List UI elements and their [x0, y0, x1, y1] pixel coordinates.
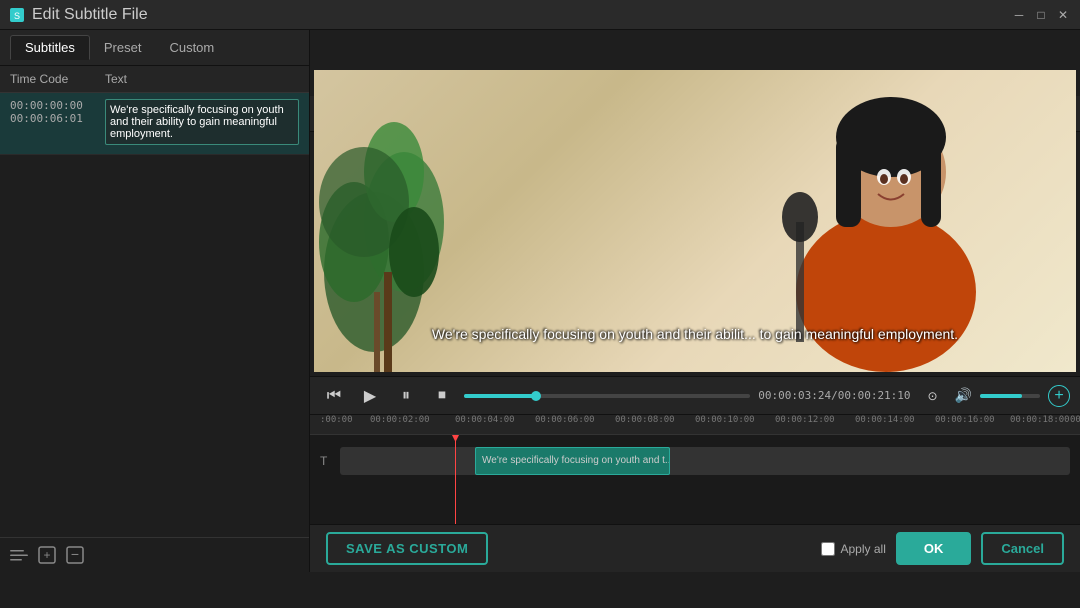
stop-button[interactable]: ⏹ [428, 382, 456, 410]
controls-bar: ⏮ ▶ ⏸ ⏹ 00:00:03:24/00:00:21:10 ⊙ 🔊 + [310, 376, 1080, 414]
subtitle-timecode: 00:00:00:00 00:00:06:01 [10, 99, 105, 148]
minimize-button[interactable]: ─ [1012, 8, 1026, 22]
settings-icon [10, 548, 28, 562]
main-layout: Subtitles Preset Custom Time Code Text 0… [0, 30, 1080, 572]
cancel-button[interactable]: Cancel [981, 532, 1064, 565]
svg-text:−: − [71, 546, 79, 562]
time-display: 00:00:03:24/00:00:21:10 [758, 389, 910, 402]
video-area: We're specifically focusing on youth and… [314, 70, 1076, 372]
title-bar-left: S Edit Subtitle File [10, 6, 148, 24]
subtitle-clip[interactable]: We're specifically focusing on youth and… [475, 447, 670, 475]
subtitle-overlay: We're specifically focusing on youth and… [314, 326, 1076, 342]
timeline-tracks: T We're specifically focusing on youth a… [310, 435, 1080, 524]
subtitle-table-header: Time Code Text [0, 66, 309, 93]
add-icon: + [38, 546, 56, 564]
volume-fill [980, 394, 1022, 398]
title-controls: ─ □ ✕ [1012, 8, 1070, 22]
apply-all-label: Apply all [841, 542, 886, 556]
ruler-mark-9: 00:00:18:00 [1010, 415, 1070, 425]
progress-thumb [531, 391, 541, 401]
bottom-bar: SAVE AS CUSTOM Apply all OK Cancel [310, 524, 1080, 572]
tab-custom[interactable]: Custom [155, 36, 228, 59]
title-bar: S Edit Subtitle File ─ □ ✕ [0, 0, 1080, 30]
ok-button[interactable]: OK [896, 532, 972, 565]
ruler-mark-6: 00:00:12:00 [775, 415, 835, 425]
ruler-mark-10: 00:00:20:00 [1070, 415, 1080, 425]
playhead-top [452, 435, 459, 442]
track-type-icon: T [320, 454, 340, 468]
progress-bar[interactable] [464, 394, 750, 398]
ruler-mark-0: :00:00 [320, 415, 353, 425]
col-timecode-header: Time Code [10, 72, 105, 86]
tab-preset[interactable]: Preset [90, 36, 156, 59]
timeline: :00:00 00:00:02:00 00:00:04:00 00:00:06:… [310, 414, 1080, 524]
window-title: Edit Subtitle File [32, 6, 148, 24]
maximize-button[interactable]: □ [1034, 8, 1048, 22]
timeline-ruler: :00:00 00:00:02:00 00:00:04:00 00:00:06:… [310, 415, 1080, 435]
close-button[interactable]: ✕ [1056, 8, 1070, 22]
apply-all-container: Apply all [821, 542, 886, 556]
bottom-right-buttons: Apply all OK Cancel [821, 532, 1065, 565]
settings-icon-button[interactable] [10, 548, 28, 562]
speed-button[interactable]: ⊙ [919, 382, 947, 410]
col-text-header: Text [105, 72, 299, 86]
left-panel-bottom: + − [0, 537, 309, 572]
ruler-mark-5: 00:00:10:00 [695, 415, 755, 425]
playhead[interactable] [455, 435, 456, 524]
video-background: We're specifically focusing on youth and… [314, 70, 1076, 372]
subtitle-track-row: T We're specifically focusing on youth a… [310, 443, 1080, 478]
svg-text:+: + [43, 548, 50, 562]
volume-icon: 🔊 [955, 387, 972, 404]
add-track-button[interactable]: + [1048, 385, 1070, 407]
person-silhouette [736, 42, 1036, 372]
volume-bar[interactable] [980, 394, 1040, 398]
track-content[interactable]: We're specifically focusing on youth and… [340, 447, 1070, 475]
ruler-mark-2: 00:00:04:00 [455, 415, 515, 425]
subtitle-text-cell[interactable]: We're specifically focusing on youth and… [105, 99, 299, 148]
apply-all-checkbox[interactable] [821, 542, 835, 556]
pause-button[interactable]: ⏸ [392, 382, 420, 410]
right-panel: Arial 20 B I [310, 30, 1080, 572]
add-subtitle-button[interactable]: + [38, 546, 56, 564]
save-as-custom-button[interactable]: SAVE AS CUSTOM [326, 532, 488, 565]
ruler-mark-4: 00:00:08:00 [615, 415, 675, 425]
remove-subtitle-button[interactable]: − [66, 546, 84, 564]
subtitle-text-input[interactable]: We're specifically focusing on youth and… [105, 99, 299, 145]
ruler-mark-3: 00:00:06:00 [535, 415, 595, 425]
tabs-row: Subtitles Preset Custom [0, 30, 309, 66]
ruler-mark-1: 00:00:02:00 [370, 415, 430, 425]
ruler-mark-7: 00:00:14:00 [855, 415, 915, 425]
left-panel: Subtitles Preset Custom Time Code Text 0… [0, 30, 310, 572]
subtitle-row[interactable]: 00:00:00:00 00:00:06:01 We're specifical… [0, 93, 309, 155]
svg-text:S: S [14, 11, 20, 21]
tab-subtitles[interactable]: Subtitles [10, 35, 90, 60]
skip-back-button[interactable]: ⏮ [320, 382, 348, 410]
play-button[interactable]: ▶ [356, 382, 384, 410]
app-icon: S [10, 8, 24, 22]
remove-icon: − [66, 546, 84, 564]
ruler-mark-8: 00:00:16:00 [935, 415, 995, 425]
progress-fill [464, 394, 536, 398]
